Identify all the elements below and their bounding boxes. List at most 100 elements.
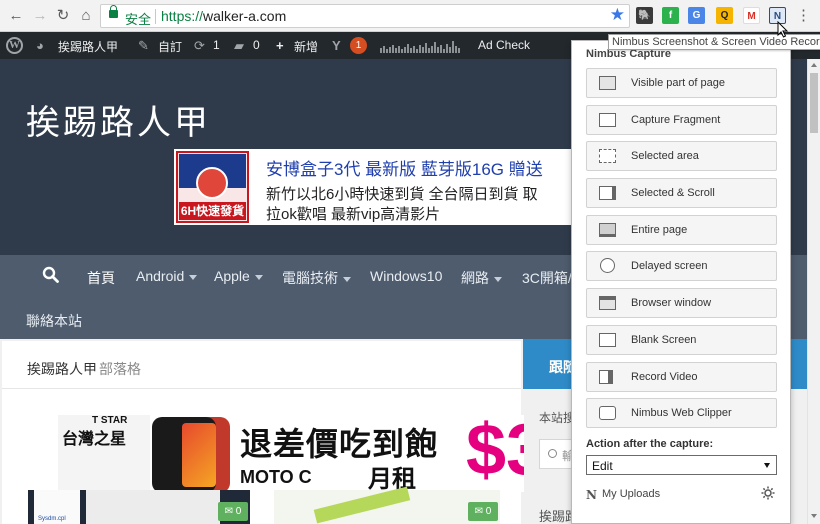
mouse-cursor-icon <box>777 21 789 38</box>
url-scheme: https:// <box>161 8 204 24</box>
nav-item-home[interactable]: 首頁 <box>87 268 115 288</box>
nav-label: Windows10 <box>370 268 443 284</box>
page-scrollbar[interactable] <box>807 59 820 524</box>
browser-window-icon <box>599 296 616 310</box>
feedly-icon[interactable]: f <box>662 7 679 24</box>
wp-ad-check[interactable]: Ad Check <box>478 38 530 52</box>
chrome-menu-icon[interactable]: ⋮ <box>796 7 811 24</box>
back-button[interactable]: ← <box>6 6 26 26</box>
phone-screen <box>182 423 216 487</box>
comment-icon: ✉ <box>474 506 484 517</box>
nav-item-3c[interactable]: 3C開箱/ <box>522 268 572 288</box>
thumbnail-graphic <box>313 486 411 524</box>
entire-page-icon <box>599 223 616 237</box>
button-label: Delayed screen <box>631 260 708 272</box>
nav-label: Android <box>136 268 185 284</box>
promo-rent: 月租 <box>368 466 416 492</box>
after-capture-select[interactable]: Edit <box>586 455 777 475</box>
wp-customize[interactable]: 自訂 <box>158 38 182 55</box>
yoast-badge: 1 <box>350 37 367 54</box>
brand-label: 台灣之星 <box>62 431 127 448</box>
fragment-icon <box>599 113 616 127</box>
entire-page-button[interactable]: Entire page <box>586 215 777 245</box>
ad-headline: 安博盒子3代 最新版 藍芽版16G 贈送 <box>266 160 543 179</box>
nav-item-computer[interactable]: 電腦技術 <box>282 268 351 288</box>
selected-area-icon <box>599 149 616 163</box>
phone-image <box>152 417 216 492</box>
gmail-icon[interactable]: M <box>743 7 760 24</box>
forward-button[interactable]: → <box>30 6 50 26</box>
divider <box>2 388 521 389</box>
brand-logo: T STAR 台灣之星 <box>58 415 150 492</box>
selected-area-button[interactable]: Selected area <box>586 141 777 171</box>
wp-new[interactable]: 新增 <box>294 38 318 55</box>
comment-count-badge[interactable]: ✉ 0 <box>218 502 248 521</box>
ad-line: 新竹以北6小時快速到貨 全台隔日到貨 取 <box>266 186 538 203</box>
record-video-button[interactable]: Record Video <box>586 362 777 392</box>
address-bar[interactable]: 安全 https:// walker-a.com ★ <box>100 4 630 28</box>
ad-line: 拉ok歡唱 最新vip高清影片 <box>266 206 441 223</box>
search-icon <box>548 449 557 458</box>
delayed-screen-button[interactable]: Delayed screen <box>586 251 777 281</box>
scroll-up-icon[interactable] <box>811 63 817 67</box>
nav-item-network[interactable]: 網路 <box>461 268 502 288</box>
site-title[interactable]: 挨踢路人甲 <box>26 95 211 144</box>
header-ad-banner[interactable]: 6H快速發貨 安博盒子3代 最新版 藍芽版16G 贈送 新竹以北6小時快速到貨 … <box>174 149 574 225</box>
google-translate-icon[interactable]: G <box>688 7 705 24</box>
gear-icon[interactable] <box>760 485 776 501</box>
bookmark-star-icon[interactable]: ★ <box>610 5 625 25</box>
button-label: Record Video <box>631 371 698 383</box>
browser-window-button[interactable]: Browser window <box>586 288 777 318</box>
nav-item-windows10[interactable]: Windows10 <box>370 268 442 284</box>
my-uploads-link[interactable]: My Uploads <box>602 488 660 500</box>
button-label: Browser window <box>631 297 712 309</box>
nav-item-contact[interactable]: 聯絡本站 <box>26 311 82 331</box>
nav-label: 首頁 <box>87 270 115 286</box>
blog-title[interactable]: 挨踢路人甲 <box>27 361 97 377</box>
button-label: Nimbus Web Clipper <box>631 407 732 419</box>
web-clipper-button[interactable]: Nimbus Web Clipper <box>586 398 777 428</box>
wordpress-logo-icon[interactable]: W <box>6 37 23 54</box>
nav-label: Apple <box>214 268 250 284</box>
reload-button[interactable]: ↻ <box>53 6 73 26</box>
ad-product-image: 6H快速發貨 <box>176 151 249 223</box>
lock-icon <box>109 5 118 18</box>
blank-screen-button[interactable]: Blank Screen <box>586 325 777 355</box>
nav-label: 3C開箱/ <box>522 270 572 286</box>
visible-part-button[interactable]: Visible part of page <box>586 68 777 98</box>
button-label: Visible part of page <box>631 77 725 89</box>
scroll-down-icon[interactable] <box>811 514 817 518</box>
post-thumbnail[interactable]: Sysdm.cpl ✉ 0 <box>28 490 250 524</box>
thumbnail-window <box>86 490 220 524</box>
dashboard-icon: ◕ <box>36 38 44 53</box>
comment-count-badge[interactable]: ✉ 0 <box>468 502 498 521</box>
comment-icon: ▰ <box>234 38 244 53</box>
post-thumbnail[interactable]: ✉ 0 <box>274 486 500 524</box>
scroll-thumb[interactable] <box>810 73 818 133</box>
wp-comments-count[interactable]: 0 <box>253 38 260 52</box>
secure-label: 安全 <box>125 12 152 27</box>
evernote-icon[interactable]: 🐘 <box>636 7 653 24</box>
after-capture-label: Action after the capture: <box>586 438 714 450</box>
dropdown-arrow-icon <box>764 463 770 468</box>
ad-box-bottom: 6H快速發貨 <box>179 202 246 220</box>
traffic-sparkline-icon[interactable] <box>380 40 462 53</box>
qr-icon[interactable]: Q <box>716 7 733 24</box>
wp-updates-count[interactable]: 1 <box>213 38 220 52</box>
nav-item-android[interactable]: Android <box>136 268 198 284</box>
nav-item-apple[interactable]: Apple <box>214 268 263 284</box>
search-icon[interactable] <box>42 266 59 283</box>
home-button[interactable]: ⌂ <box>76 6 96 26</box>
blog-heading: 挨踢路人甲 部落格 <box>27 359 141 379</box>
selected-scroll-button[interactable]: Selected & Scroll <box>586 178 777 208</box>
blog-subtitle: 部落格 <box>99 361 141 377</box>
promo-banner[interactable]: T STAR 台灣之星 退差價吃到飽 MOTO C 月租 $3 <box>58 415 524 492</box>
content-main: 挨踢路人甲部落格 T STAR 台灣之星 退差價吃到飽 MOTO C 月租 $3… <box>2 341 524 524</box>
capture-fragment-button[interactable]: Capture Fragment <box>586 105 777 135</box>
wp-site-name[interactable]: 挨踢路人甲 <box>58 38 118 55</box>
yoast-icon[interactable]: Y <box>332 38 341 53</box>
button-label: Capture Fragment <box>631 114 721 126</box>
chevron-down-icon <box>189 274 198 280</box>
button-label: Selected area <box>631 150 699 162</box>
nav-label: 電腦技術 <box>282 270 338 286</box>
